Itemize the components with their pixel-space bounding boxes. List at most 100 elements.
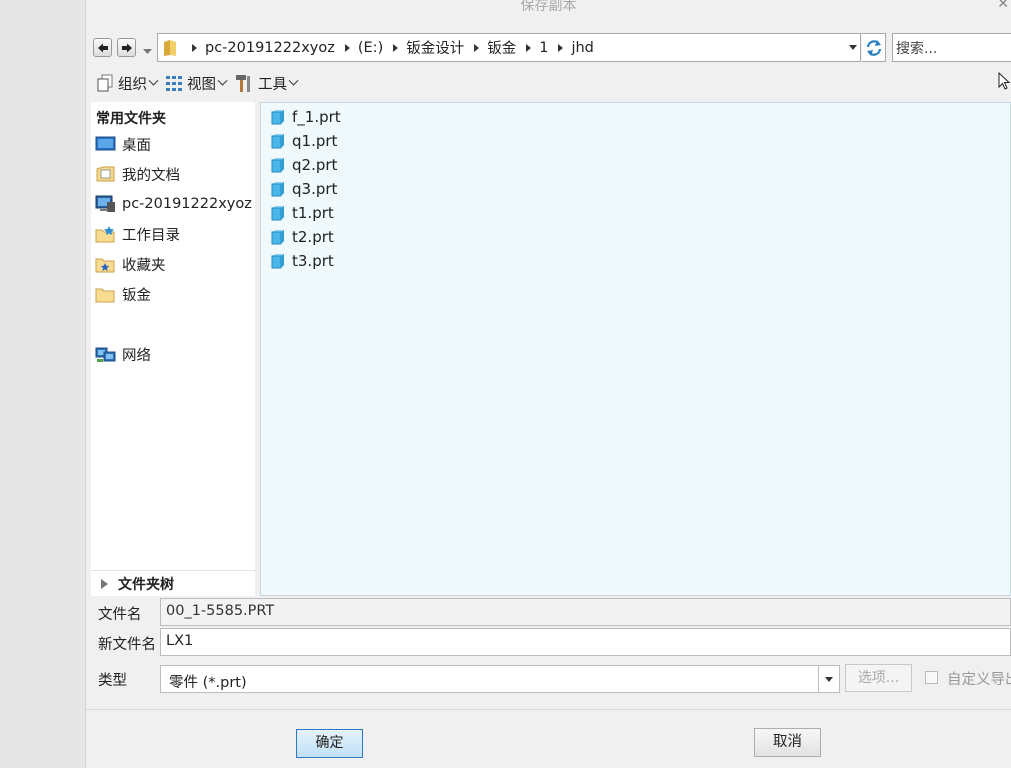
breadcrumb-separator[interactable]: [474, 43, 480, 52]
view-label: 视图: [187, 76, 216, 93]
footer-divider: [86, 709, 1011, 710]
chevron-down-icon: [148, 75, 159, 86]
refresh-button[interactable]: [862, 33, 886, 62]
mouse-cursor-icon: [998, 72, 1010, 90]
tools-menu[interactable]: 工具: [234, 73, 299, 94]
breadcrumb-item[interactable]: jhd: [571, 40, 593, 56]
cancel-button[interactable]: 取消: [754, 728, 821, 757]
nav-item-favorites[interactable]: 收藏夹: [95, 253, 166, 275]
nav-item-network[interactable]: 网络: [95, 343, 151, 365]
file-name: t2.prt: [292, 228, 334, 246]
chevron-down-icon: [143, 49, 152, 54]
folder-tree-toggle[interactable]: 文件夹树: [91, 570, 255, 596]
part-file-icon: [271, 206, 284, 221]
address-bar[interactable]: pc-20191222xyoz (E:) 钣金设计 钣金 1 jhd: [157, 33, 861, 62]
folder-icon: [164, 40, 176, 56]
file-item[interactable]: t1.prt: [269, 202, 334, 224]
forward-button[interactable]: [117, 38, 136, 57]
nav-item-label: 钣金: [122, 287, 151, 304]
file-item[interactable]: q1.prt: [269, 130, 337, 152]
breadcrumb-separator[interactable]: [192, 43, 197, 52]
file-item[interactable]: t3.prt: [269, 250, 334, 272]
breadcrumb-item[interactable]: 钣金设计: [406, 37, 464, 58]
custom-export-checkbox[interactable]: [925, 671, 938, 684]
new-filename-input[interactable]: LX1: [160, 628, 1011, 656]
file-list: f_1.prt q1.prt q2.prt q3.prt t1.prt t2.p…: [260, 102, 1011, 596]
breadcrumb-separator[interactable]: [526, 43, 532, 52]
file-item[interactable]: t2.prt: [269, 226, 334, 248]
folder-icon: [95, 288, 115, 303]
part-file-icon: [271, 110, 284, 125]
file-type-dropdown-button[interactable]: [818, 665, 840, 693]
working-dir-icon: [95, 226, 115, 243]
custom-export-label: 自定义导出: [947, 672, 1011, 688]
breadcrumb-item[interactable]: (E:): [358, 40, 383, 56]
breadcrumb-separator[interactable]: [393, 43, 399, 52]
computer-icon: [95, 195, 115, 212]
file-type-select[interactable]: 零件 (*.prt): [160, 665, 840, 693]
part-file-icon: [271, 230, 284, 245]
nav-item-working-directory[interactable]: 工作目录: [95, 223, 180, 245]
ok-button[interactable]: 确定: [296, 729, 363, 758]
dialog-title: 保存副本: [520, 0, 577, 14]
filename-label: 文件名: [98, 607, 142, 623]
organize-menu[interactable]: 组织: [96, 73, 159, 94]
file-name: t3.prt: [292, 252, 334, 270]
chevron-down-icon: [288, 75, 299, 86]
nav-item-label: 工作目录: [122, 227, 180, 244]
chevron-down-icon: [825, 677, 833, 682]
close-icon[interactable]: ✕: [997, 0, 1009, 12]
nav-item-computer[interactable]: pc-20191222xyoz: [95, 193, 252, 215]
nav-item-sheetmetal-folder[interactable]: 钣金: [95, 283, 151, 305]
tools-hammer-icon: [236, 75, 250, 92]
breadcrumb-separator[interactable]: [558, 43, 564, 52]
nav-item-desktop[interactable]: 桌面: [95, 133, 151, 155]
part-file-icon: [271, 182, 284, 197]
new-filename-label: 新文件名: [98, 637, 156, 653]
chevron-down-icon: [217, 75, 228, 86]
recent-locations-dropdown[interactable]: [143, 43, 152, 59]
file-type-value: 零件 (*.prt): [169, 675, 247, 691]
favorites-icon: [95, 258, 115, 273]
navigation-pane: 常用文件夹 桌面 我的文档 pc-20191222xyoz 工作目录 收藏夹 钣…: [91, 102, 255, 596]
view-menu[interactable]: 视图: [165, 73, 228, 94]
file-name: f_1.prt: [292, 108, 341, 126]
part-file-icon: [271, 134, 284, 149]
file-name: q3.prt: [292, 180, 338, 198]
nav-item-label: 桌面: [122, 137, 151, 154]
part-file-icon: [271, 254, 284, 269]
file-name: q2.prt: [292, 156, 338, 174]
organize-icon: [97, 74, 113, 92]
arrow-left-icon: [98, 43, 108, 53]
address-dropdown-icon[interactable]: [849, 45, 857, 50]
network-icon: [95, 347, 116, 362]
back-button[interactable]: [93, 38, 112, 57]
options-button[interactable]: 选项...: [845, 664, 912, 692]
nav-item-label: pc-20191222xyoz: [122, 196, 252, 212]
toolbar: 组织 视图 工具: [96, 72, 305, 94]
file-item[interactable]: q2.prt: [269, 154, 337, 176]
refresh-icon: [866, 40, 882, 56]
nav-item-label: 我的文档: [122, 167, 180, 184]
filename-field: 00_1-5585.PRT: [160, 598, 1011, 626]
breadcrumb-item[interactable]: pc-20191222xyoz: [205, 40, 335, 56]
breadcrumb-item[interactable]: 钣金: [487, 37, 516, 58]
file-name: t1.prt: [292, 204, 334, 222]
breadcrumb-separator[interactable]: [344, 43, 350, 52]
nav-item-label: 网络: [122, 347, 151, 364]
folder-tree-label: 文件夹树: [118, 576, 174, 593]
search-input[interactable]: 搜索...: [892, 33, 1011, 62]
file-item[interactable]: f_1.prt: [269, 106, 341, 128]
file-item[interactable]: q3.prt: [269, 178, 337, 200]
arrow-right-icon: [122, 43, 132, 53]
breadcrumb: pc-20191222xyoz (E:) 钣金设计 钣金 1 jhd: [182, 34, 594, 61]
part-file-icon: [271, 158, 284, 173]
breadcrumb-item[interactable]: 1: [539, 40, 548, 56]
nav-item-label: 收藏夹: [122, 257, 166, 274]
save-copy-dialog: 保存副本 ✕ pc-20191222xyoz (E:) 钣金设计 钣金 1 jh…: [86, 0, 1011, 768]
expand-triangle-icon: [101, 578, 108, 589]
documents-icon: [96, 166, 115, 182]
common-folders-header: 常用文件夹: [96, 111, 166, 127]
background-window-strip: [0, 0, 86, 768]
nav-item-documents[interactable]: 我的文档: [95, 163, 180, 185]
